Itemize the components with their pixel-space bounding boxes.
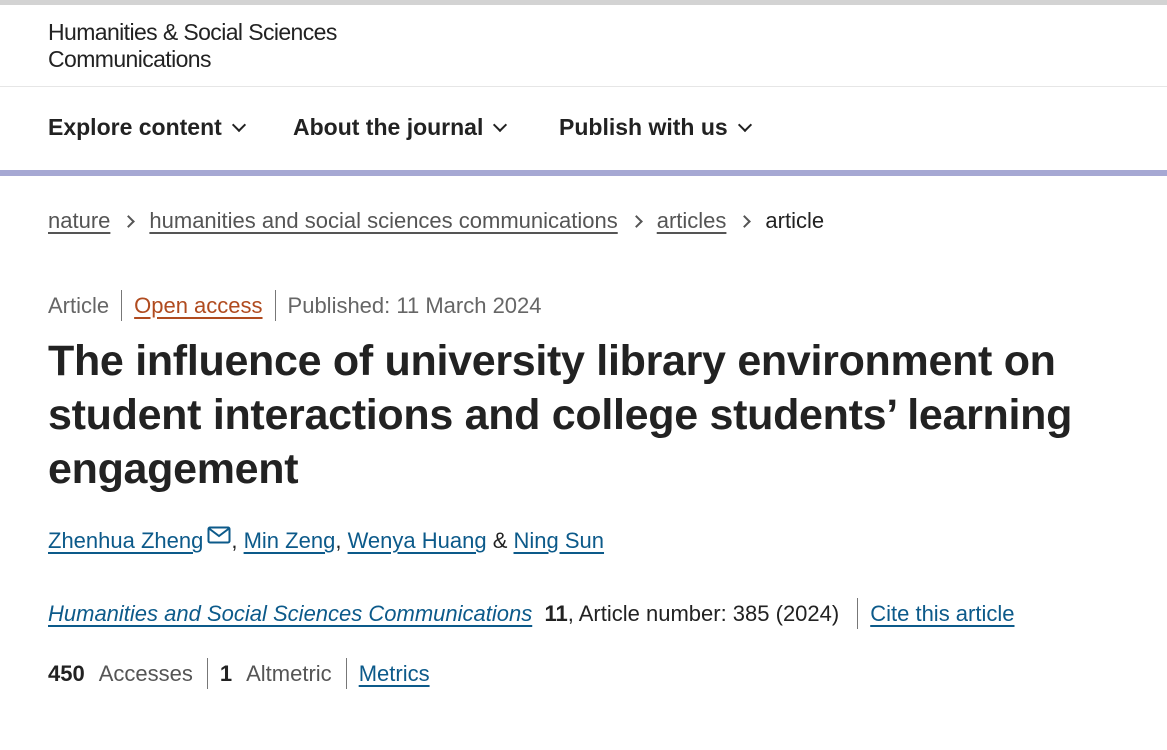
author-separator: ,	[231, 528, 238, 553]
journal-logo-line1: Humanities & Social Sciences	[48, 19, 337, 45]
chevron-right-icon	[738, 214, 752, 228]
chevron-down-icon	[231, 117, 246, 133]
breadcrumb-link-articles[interactable]: articles	[657, 208, 727, 234]
citation-divider	[857, 598, 859, 629]
metrics-divider	[206, 658, 208, 689]
journal-logo-line2: Communications	[48, 46, 211, 72]
breadcrumb-link-nature[interactable]: nature	[48, 208, 110, 234]
nav-about-the-journal[interactable]: About the journal	[293, 114, 508, 141]
article-meta: Article Open access Published: 11 March …	[48, 290, 542, 321]
chevron-down-icon	[737, 117, 752, 133]
author-link[interactable]: Wenya Huang	[348, 528, 487, 554]
author-list: Zhenhua Zheng , Min Zeng , Wenya Huang &…	[48, 526, 605, 554]
nav-divider	[0, 170, 1167, 176]
nav-publish-with-us-label: Publish with us	[559, 114, 728, 140]
accesses-label: Accesses	[98, 660, 193, 686]
nav-explore-content[interactable]: Explore content	[48, 114, 246, 141]
author-link[interactable]: Ning Sun	[514, 528, 605, 554]
masthead: Humanities & Social Sciences Communicati…	[0, 5, 1167, 87]
meta-divider	[121, 290, 123, 321]
chevron-right-icon	[629, 214, 643, 228]
breadcrumb: nature humanities and social sciences co…	[48, 208, 824, 234]
author-link[interactable]: Min Zeng	[244, 528, 336, 554]
accesses-count: 450	[48, 660, 85, 686]
altmetric-label: Altmetric	[246, 660, 332, 686]
article-title: The influence of university library envi…	[48, 337, 1073, 493]
chevron-right-icon	[122, 214, 136, 228]
main-nav: Explore content About the journal Publis…	[0, 87, 1167, 170]
citation-row: Humanities and Social Sciences Communica…	[48, 598, 1015, 629]
mail-icon[interactable]	[207, 526, 231, 544]
altmetric-count: 1	[219, 660, 233, 686]
citation-details: , Article number: 385 (2024)	[567, 600, 840, 626]
author-link[interactable]: Zhenhua Zheng	[48, 528, 203, 554]
nav-publish-with-us[interactable]: Publish with us	[559, 114, 752, 141]
breadcrumb-link-journal[interactable]: humanities and social sciences communica…	[149, 208, 617, 234]
volume-number: 11	[544, 600, 568, 626]
author-separator: ,	[335, 528, 342, 553]
breadcrumb-current: article	[765, 208, 825, 233]
metrics-link[interactable]: Metrics	[359, 661, 430, 687]
article-type: Article	[48, 292, 110, 318]
journal-logo[interactable]: Humanities & Social Sciences Communicati…	[48, 19, 337, 73]
author-separator-and: &	[492, 528, 508, 553]
metrics-divider	[345, 658, 347, 689]
nav-explore-content-label: Explore content	[48, 114, 222, 140]
open-access-link[interactable]: Open access	[134, 293, 262, 319]
meta-divider	[274, 290, 276, 321]
nav-about-the-journal-label: About the journal	[293, 114, 484, 140]
metrics-row: 450 Accesses 1 Altmetric Metrics	[48, 658, 430, 689]
cite-this-article-link[interactable]: Cite this article	[870, 601, 1014, 627]
published-date: Published: 11 March 2024	[287, 292, 542, 318]
journal-link[interactable]: Humanities and Social Sciences Communica…	[48, 601, 532, 627]
chevron-down-icon	[493, 117, 508, 133]
